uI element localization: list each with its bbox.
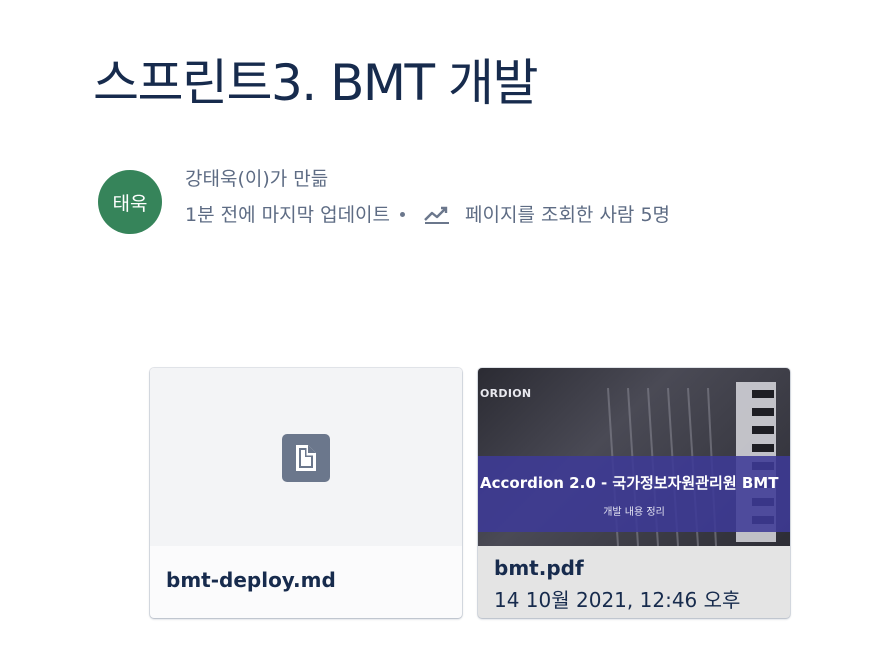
attachment-name[interactable]: bmt-deploy.md: [166, 568, 336, 592]
pdf-thumbnail: ORDION Accordion 2.0 - 국가정보자원관리원 BMT 개발 …: [478, 368, 790, 546]
created-by-line: 강태욱(이)가 만듦: [185, 164, 328, 191]
document-icon: [282, 434, 330, 482]
confluence-page: 스프린트3. BMT 개발 태욱 강태욱(이)가 만듦 1분 전에 마지막 업데…: [0, 0, 882, 652]
attachment-preview: [150, 368, 462, 546]
thumbnail-title: Accordion 2.0 - 국가정보자원관리원 BMT: [480, 474, 779, 492]
attachment-name[interactable]: bmt.pdf: [494, 556, 584, 580]
page-byline: 태욱 강태욱(이)가 만듦 1분 전에 마지막 업데이트 페이지를 조회한 사람…: [98, 160, 798, 236]
page-views-text[interactable]: 페이지를 조회한 사람 5명: [465, 200, 670, 227]
attachment-date: 14 10월 2021, 12:46 오후: [494, 588, 741, 612]
attachment-card-md[interactable]: bmt-deploy.md: [150, 368, 462, 618]
thumbnail-subtitle: 개발 내용 정리: [603, 507, 665, 518]
separator-dot: [400, 212, 406, 217]
thumbnail-brand: ORDION: [480, 387, 532, 400]
page-title: 스프린트3. BMT 개발: [93, 54, 538, 112]
created-by-text[interactable]: 강태욱(이)가 만듦: [185, 164, 328, 191]
thumbnail-banner: Accordion 2.0 - 국가정보자원관리원 BMT 개발 내용 정리: [478, 456, 790, 532]
avatar-initials: 태욱: [112, 192, 148, 215]
avatar[interactable]: 태욱: [98, 170, 162, 234]
attachment-card-pdf[interactable]: ORDION Accordion 2.0 - 국가정보자원관리원 BMT 개발 …: [478, 368, 790, 618]
last-updated-text[interactable]: 1분 전에 마지막 업데이트: [185, 200, 390, 227]
trend-chart-icon[interactable]: [423, 204, 451, 224]
updated-line: 1분 전에 마지막 업데이트 페이지를 조회한 사람 5명: [185, 200, 670, 227]
